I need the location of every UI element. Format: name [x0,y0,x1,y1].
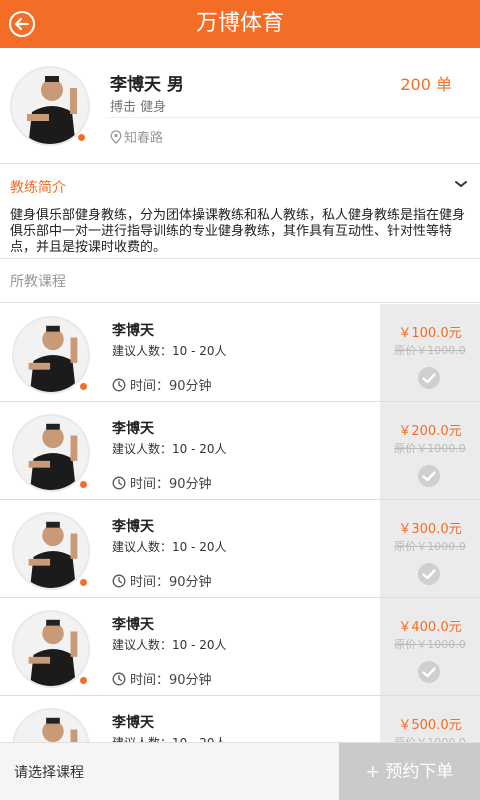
course-people: 建议人数：10 - 20人 [112,540,227,554]
course-original-price: 原价￥1000.0 [394,638,466,651]
course-item[interactable]: 李博天 建议人数：10 - 20人 时间：90分钟 ￥300.0元 原价￥100… [0,500,480,598]
coach-name: 李博天 男 [110,75,184,95]
coach-profile: 李博天 男 搏击 健身 知春路 200 单 [0,48,480,164]
person-photo-icon [14,514,88,588]
course-duration: 时间：90分钟 [112,473,212,492]
divider [0,302,480,303]
chevron-down-icon[interactable] [454,177,468,191]
course-price: ￥100.0元 [398,326,462,341]
intro-toggle[interactable]: 教练简介 [0,165,480,205]
location-text: 知春路 [124,131,164,146]
check-circle-icon[interactable] [417,660,441,684]
course-price: ￥200.0元 [398,424,462,439]
intro-title: 教练简介 [10,180,66,196]
page-title: 万博体育 [195,11,284,36]
clock-icon [112,378,126,391]
check-circle-icon[interactable] [417,562,441,586]
clock-icon [112,574,126,587]
app-header: 万博体育 [0,0,480,48]
course-item[interactable]: 李博天 建议人数：10 - 20人 时间：90分钟 ￥400.0元 原价￥100… [0,598,480,696]
coach-location: 知春路 [110,127,163,146]
price-panel[interactable]: ￥200.0元 原价￥1000.0 [380,402,480,499]
course-coach-name: 李博天 [112,617,154,633]
status-dot [80,579,87,586]
course-people: 建议人数：10 - 20人 [112,344,227,358]
person-photo-icon [14,612,88,686]
course-original-price: 原价￥1000.0 [394,344,466,357]
person-photo-icon [14,416,88,490]
course-price: ￥400.0元 [398,620,462,635]
status-dot [80,481,87,488]
course-price: ￥300.0元 [398,522,462,537]
bottom-bar: 请选择课程 + 预约下单 [0,742,480,800]
course-duration: 时间：90分钟 [112,375,212,394]
status-dot [80,383,87,390]
check-circle-icon[interactable] [417,366,441,390]
course-avatar [12,316,90,394]
location-pin-icon [110,129,122,144]
select-course-hint: 请选择课程 [14,765,84,781]
course-avatar [12,414,90,492]
divider [0,258,480,259]
course-coach-name: 李博天 [112,421,154,437]
course-duration: 时间：90分钟 [112,571,212,590]
divider [106,117,480,118]
course-avatar [12,610,90,688]
course-item[interactable]: 李博天 建议人数：10 - 20人 时间：90分钟 ￥200.0元 原价￥100… [0,402,480,500]
course-time-text: 时间：90分钟 [130,379,212,394]
course-coach-name: 李博天 [112,323,154,339]
course-people: 建议人数：10 - 20人 [112,638,227,652]
coach-avatar [10,66,90,146]
clock-icon [112,476,126,489]
course-time-text: 时间：90分钟 [130,575,212,590]
order-count: 200 单 [400,75,452,94]
course-coach-name: 李博天 [112,715,154,731]
course-time-text: 时间：90分钟 [130,673,212,688]
price-panel[interactable]: ￥100.0元 原价￥1000.0 [380,304,480,401]
course-people: 建议人数：10 - 20人 [112,442,227,456]
course-item[interactable]: 李博天 建议人数：10 - 20人 时间：90分钟 ￥100.0元 原价￥100… [0,304,480,402]
price-panel[interactable]: ￥300.0元 原价￥1000.0 [380,500,480,597]
status-dot [80,677,87,684]
coach-tags: 搏击 健身 [110,100,167,115]
courses-title: 所教课程 [10,274,66,290]
course-original-price: 原价￥1000.0 [394,442,466,455]
course-coach-name: 李博天 [112,519,154,535]
price-panel[interactable]: ￥400.0元 原价￥1000.0 [380,598,480,695]
status-dot [78,134,85,141]
book-order-button[interactable]: + 预约下单 [339,743,480,800]
intro-text: 健身俱乐部健身教练，分为团体操课教练和私人教练，私人健身教练是指在健身俱乐部中一… [10,208,466,255]
course-avatar [12,512,90,590]
course-price: ￥500.0元 [398,718,462,733]
course-time-text: 时间：90分钟 [130,477,212,492]
course-duration: 时间：90分钟 [112,669,212,688]
check-circle-icon[interactable] [417,464,441,488]
person-photo-icon [14,318,88,392]
clock-icon [112,672,126,685]
course-original-price: 原价￥1000.0 [394,540,466,553]
